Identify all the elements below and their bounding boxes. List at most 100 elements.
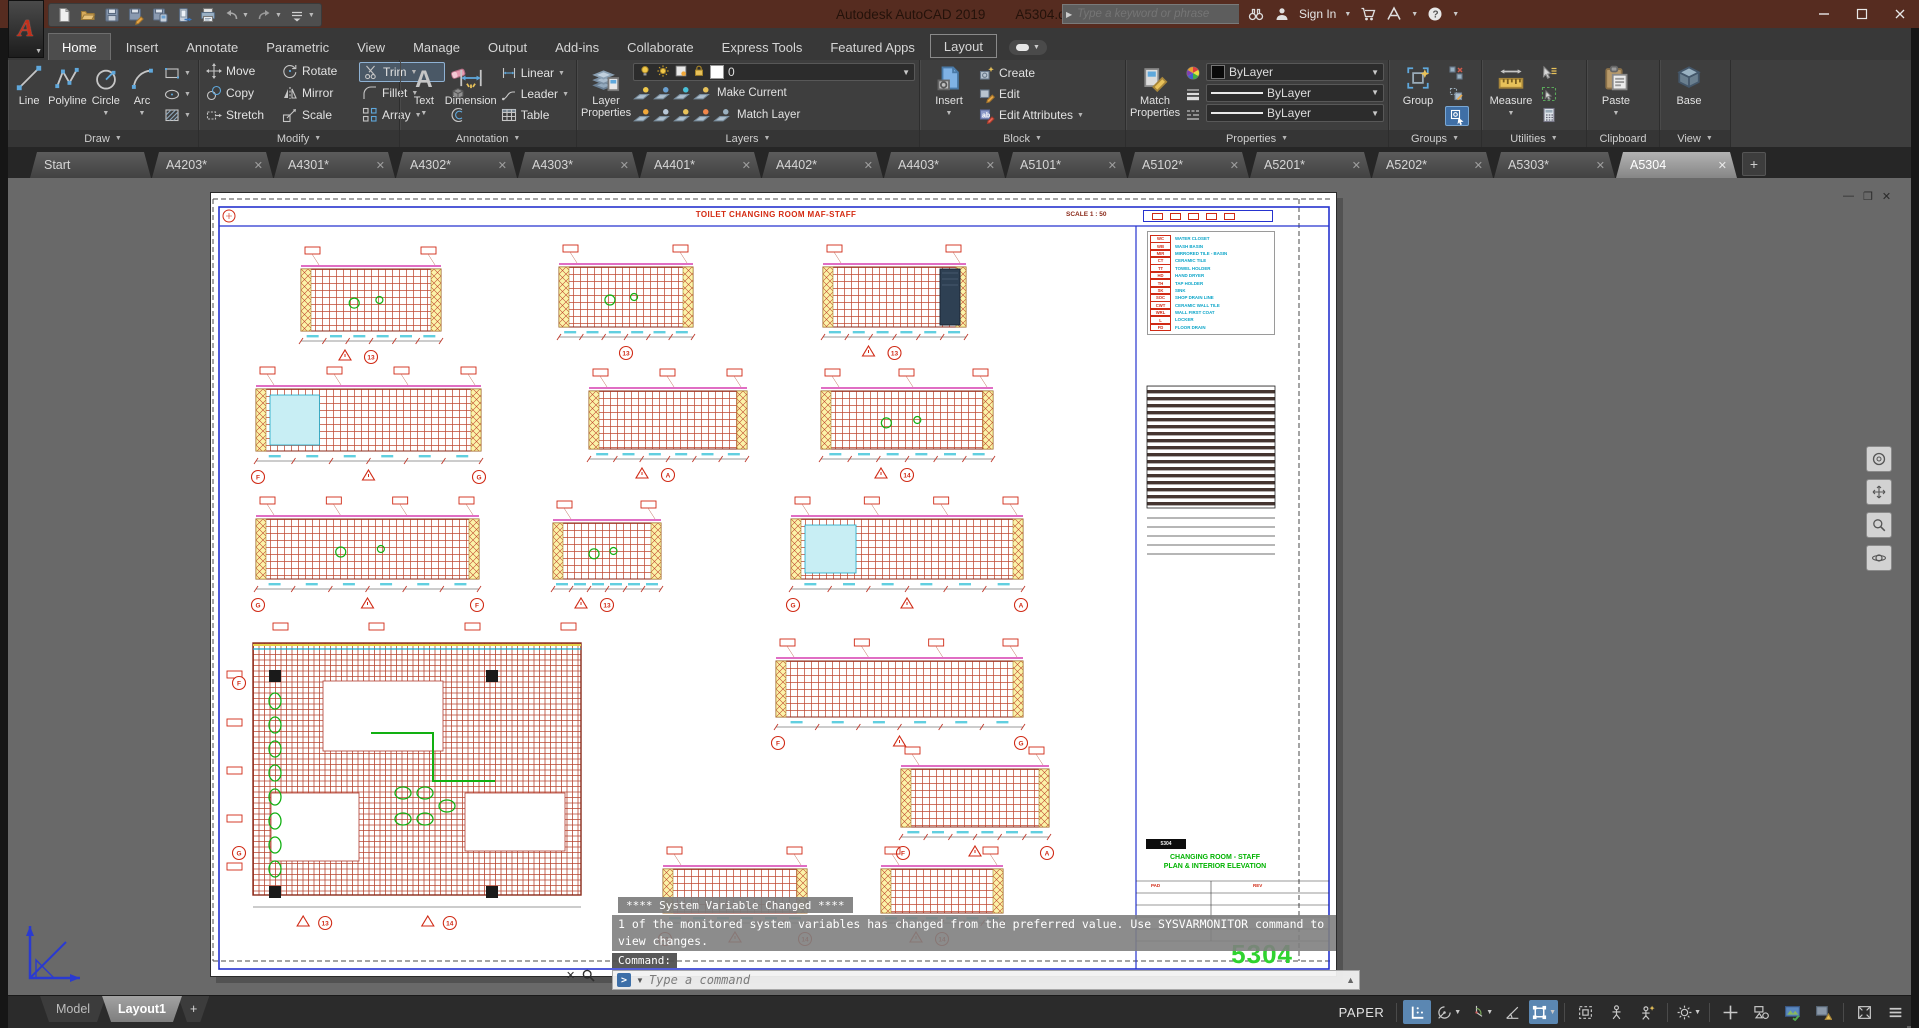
panel-label-draw[interactable]: Draw▼ (8, 130, 198, 147)
group-edit-button[interactable] (1445, 85, 1469, 103)
new-layout-button[interactable]: + (178, 996, 209, 1022)
file-tab-a4203[interactable]: A4203*✕ (152, 152, 273, 178)
copy-button[interactable]: Copy (203, 84, 279, 102)
search-input[interactable] (1075, 7, 1236, 21)
color-wheel-button[interactable] (1182, 64, 1204, 82)
dimension-button[interactable]: Dimension (446, 62, 496, 128)
annotation-monitor-icon[interactable] (1809, 1000, 1837, 1024)
close-tab-icon[interactable]: ✕ (1230, 159, 1239, 172)
snap-mode-icon[interactable]: ▼ (1434, 1000, 1463, 1024)
caret-down-icon[interactable]: ▼ (1371, 68, 1379, 77)
caret-down-icon[interactable]: ▼ (1371, 88, 1379, 97)
move-button[interactable]: Move (203, 62, 279, 80)
binoculars-search-icon[interactable] (1247, 5, 1265, 23)
caret-down-icon[interactable]: ▼ (1454, 1009, 1461, 1016)
layer-properties-button[interactable]: Layer Properties (581, 62, 631, 128)
file-tab-a5304[interactable]: A5304✕ (1616, 152, 1737, 178)
caret-down-icon[interactable]: ▼ (1371, 109, 1379, 118)
file-tab-a4401[interactable]: A4401*✕ (640, 152, 761, 178)
drawing-area[interactable]: — ❐ ✕ 131313FGA14GF13GAFGFA131414FG1314 … (0, 178, 1919, 995)
create-button[interactable]: Create (976, 64, 1087, 82)
layer-on-icon[interactable] (638, 64, 652, 81)
orbit-icon[interactable] (1866, 545, 1892, 571)
file-tab-a4402[interactable]: A4402*✕ (762, 152, 883, 178)
ribbon-tab-collaborate[interactable]: Collaborate (614, 34, 707, 60)
close-tab-icon[interactable]: ✕ (1474, 159, 1483, 172)
quick-properties-icon[interactable] (1747, 1000, 1775, 1024)
qnew-icon[interactable] (55, 7, 72, 24)
make-current-label[interactable]: Make Current (717, 87, 787, 99)
file-tab-a4403[interactable]: A4403*✕ (884, 152, 1005, 178)
layer-thaw-icon[interactable] (656, 64, 670, 81)
panel-label-groups[interactable]: Groups▼ (1389, 130, 1481, 147)
close-tab-icon[interactable]: ✕ (864, 159, 873, 172)
panel-label-block[interactable]: Block▼ (920, 130, 1125, 147)
line-button[interactable]: Line (12, 62, 46, 128)
ribbon-tab-output[interactable]: Output (475, 34, 540, 60)
qplot-icon[interactable] (151, 7, 168, 24)
linetype-combo[interactable]: ByLayer▼ (1206, 104, 1384, 122)
ribbon-tab-featured-apps[interactable]: Featured Apps (817, 34, 928, 60)
caret-down-icon[interactable]: ▼ (308, 12, 315, 19)
command-input-bar[interactable]: > ▼ Type a command ▲ (612, 970, 1360, 990)
layer-combo[interactable]: 0▼ (633, 63, 915, 81)
clean-screen-icon[interactable] (1850, 1000, 1878, 1024)
close-tab-icon[interactable]: ✕ (1108, 159, 1117, 172)
autodesk-app-icon[interactable] (1385, 5, 1403, 23)
layer-tool-icon[interactable] (633, 107, 650, 124)
stretch-button[interactable]: Stretch (203, 106, 279, 124)
lineweight-button[interactable] (1182, 85, 1204, 103)
doc-minimize-icon[interactable]: — (1843, 190, 1854, 203)
layer-tool-icon[interactable] (653, 107, 670, 124)
circle-button[interactable]: Circle▼ (89, 62, 123, 128)
rectangle-button[interactable]: ▼ (161, 64, 194, 82)
paper-sheet[interactable]: 131313FGA14GF13GAFGFA131414FG1314 TOILET… (210, 192, 1337, 977)
ribbon-tab-insert[interactable]: Insert (113, 34, 172, 60)
lineweight-combo[interactable]: ByLayer▼ (1206, 84, 1384, 102)
qpublish-icon[interactable] (175, 7, 192, 24)
steering-wheel-icon[interactable] (1866, 446, 1892, 472)
annotation-tools-icon[interactable]: ▼ (1674, 1000, 1703, 1024)
panel-label-annotation[interactable]: Annotation▼ (400, 130, 576, 147)
color-combo[interactable]: ByLayer▼ (1206, 63, 1384, 81)
application-menu-button[interactable]: A ▼ (8, 0, 44, 58)
sign-in-button[interactable]: Sign In (1299, 7, 1336, 21)
layer-tool-icon[interactable] (633, 85, 650, 102)
store-cart-icon[interactable] (1359, 5, 1377, 23)
ribbon-tab-layout[interactable]: Layout (930, 34, 997, 58)
ellipse-button[interactable]: ▼ (161, 85, 194, 103)
mirror-button[interactable]: Mirror (279, 84, 359, 102)
close-tab-icon[interactable]: ✕ (254, 159, 263, 172)
doc-restore-icon[interactable]: ❐ (1863, 190, 1873, 203)
base-button[interactable]: Base (1664, 62, 1714, 128)
ribbon-tab-add-ins[interactable]: Add-ins (542, 34, 612, 60)
panel-label-modify[interactable]: Modify▼ (199, 130, 399, 147)
match-layer-label[interactable]: Match Layer (737, 109, 800, 121)
quick-calculator-button[interactable] (1538, 106, 1560, 124)
select-similar-button[interactable] (1538, 85, 1560, 103)
qsave-icon[interactable] (103, 7, 120, 24)
quick-select-button[interactable] (1538, 64, 1560, 82)
file-tab-a5201[interactable]: A5201*✕ (1250, 152, 1371, 178)
close-tab-icon[interactable]: ✕ (498, 159, 507, 172)
gizmo-icon[interactable] (1633, 1000, 1661, 1024)
close-tab-icon[interactable]: ✕ (376, 159, 385, 172)
object-snap-icon[interactable]: ▼ (1529, 1000, 1558, 1024)
zoom-icon[interactable] (1866, 512, 1892, 538)
layer-tool-icon[interactable] (673, 85, 690, 102)
layer-tool-icon[interactable] (693, 85, 710, 102)
ribbon-tab-manage[interactable]: Manage (400, 34, 473, 60)
new-drawing-tab-button[interactable]: + (1742, 152, 1766, 176)
text-button[interactable]: AText▼ (404, 62, 444, 128)
qredo-icon[interactable] (256, 7, 273, 24)
help-caret-icon[interactable]: ▼ (1452, 11, 1459, 18)
measure-button[interactable]: Measure▼ (1486, 62, 1536, 128)
edit-button[interactable]: Edit (976, 85, 1087, 103)
paste-button[interactable]: Paste▼ (1591, 62, 1641, 128)
layer-vp-icon[interactable] (674, 64, 688, 81)
magnifier-icon[interactable] (582, 969, 595, 982)
history-toggle-icon[interactable]: ▲ (1346, 975, 1355, 985)
graphics-performance-icon[interactable] (1778, 1000, 1806, 1024)
qmenu-icon[interactable] (289, 7, 306, 24)
caret-down-icon[interactable]: ▼ (1549, 1009, 1556, 1016)
